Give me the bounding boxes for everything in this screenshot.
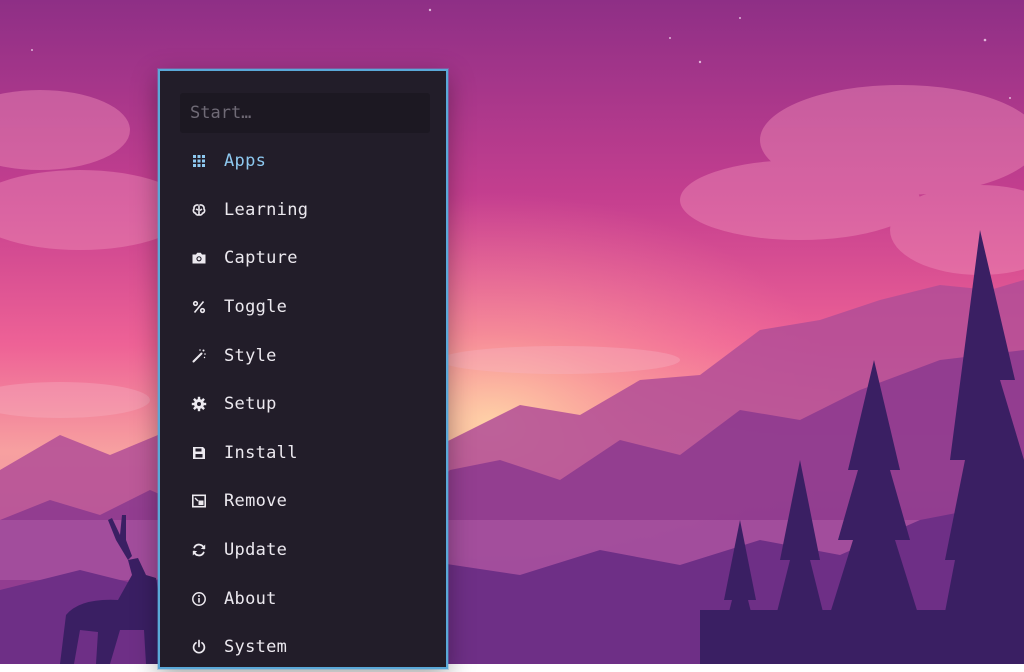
menu-list: Apps Learning Capture Toggle Style Setup… [160, 137, 446, 672]
menu-item-label: About [224, 588, 277, 609]
remove-box-icon [191, 493, 207, 509]
menu-item-learning[interactable]: Learning [160, 186, 446, 235]
menu-item-label: Update [224, 540, 288, 561]
power-icon [191, 639, 207, 655]
menu-item-about[interactable]: About [160, 574, 446, 623]
menu-item-label: Setup [224, 394, 277, 415]
menu-item-label: Install [224, 442, 298, 463]
desktop-wallpaper [0, 0, 1024, 664]
info-icon [191, 591, 207, 607]
magic-wand-icon [191, 348, 207, 364]
brain-icon [191, 202, 207, 218]
menu-item-label: Style [224, 345, 277, 366]
menu-item-apps[interactable]: Apps [160, 137, 446, 186]
menu-item-label: Apps [224, 151, 267, 172]
menu-item-setup[interactable]: Setup [160, 380, 446, 429]
menu-item-label: Toggle [224, 297, 288, 318]
menu-item-install[interactable]: Install [160, 429, 446, 478]
menu-item-label: Remove [224, 491, 288, 512]
menu-item-capture[interactable]: Capture [160, 234, 446, 283]
menu-item-toggle[interactable]: Toggle [160, 283, 446, 332]
menu-item-label: Capture [224, 248, 298, 269]
gear-icon [191, 396, 207, 412]
menu-item-style[interactable]: Style [160, 331, 446, 380]
camera-icon [191, 250, 207, 266]
toggle-percent-icon [191, 299, 207, 315]
search-input[interactable] [190, 103, 420, 123]
menu-item-system[interactable]: System [160, 623, 446, 672]
menu-item-remove[interactable]: Remove [160, 477, 446, 526]
search-box[interactable] [180, 93, 430, 133]
save-icon [191, 445, 207, 461]
app-launcher-menu: Apps Learning Capture [158, 69, 448, 669]
menu-item-label: Learning [224, 199, 309, 220]
menu-item-label: System [224, 637, 288, 658]
grid-icon [191, 153, 207, 169]
refresh-icon [191, 542, 207, 558]
menu-item-update[interactable]: Update [160, 526, 446, 575]
